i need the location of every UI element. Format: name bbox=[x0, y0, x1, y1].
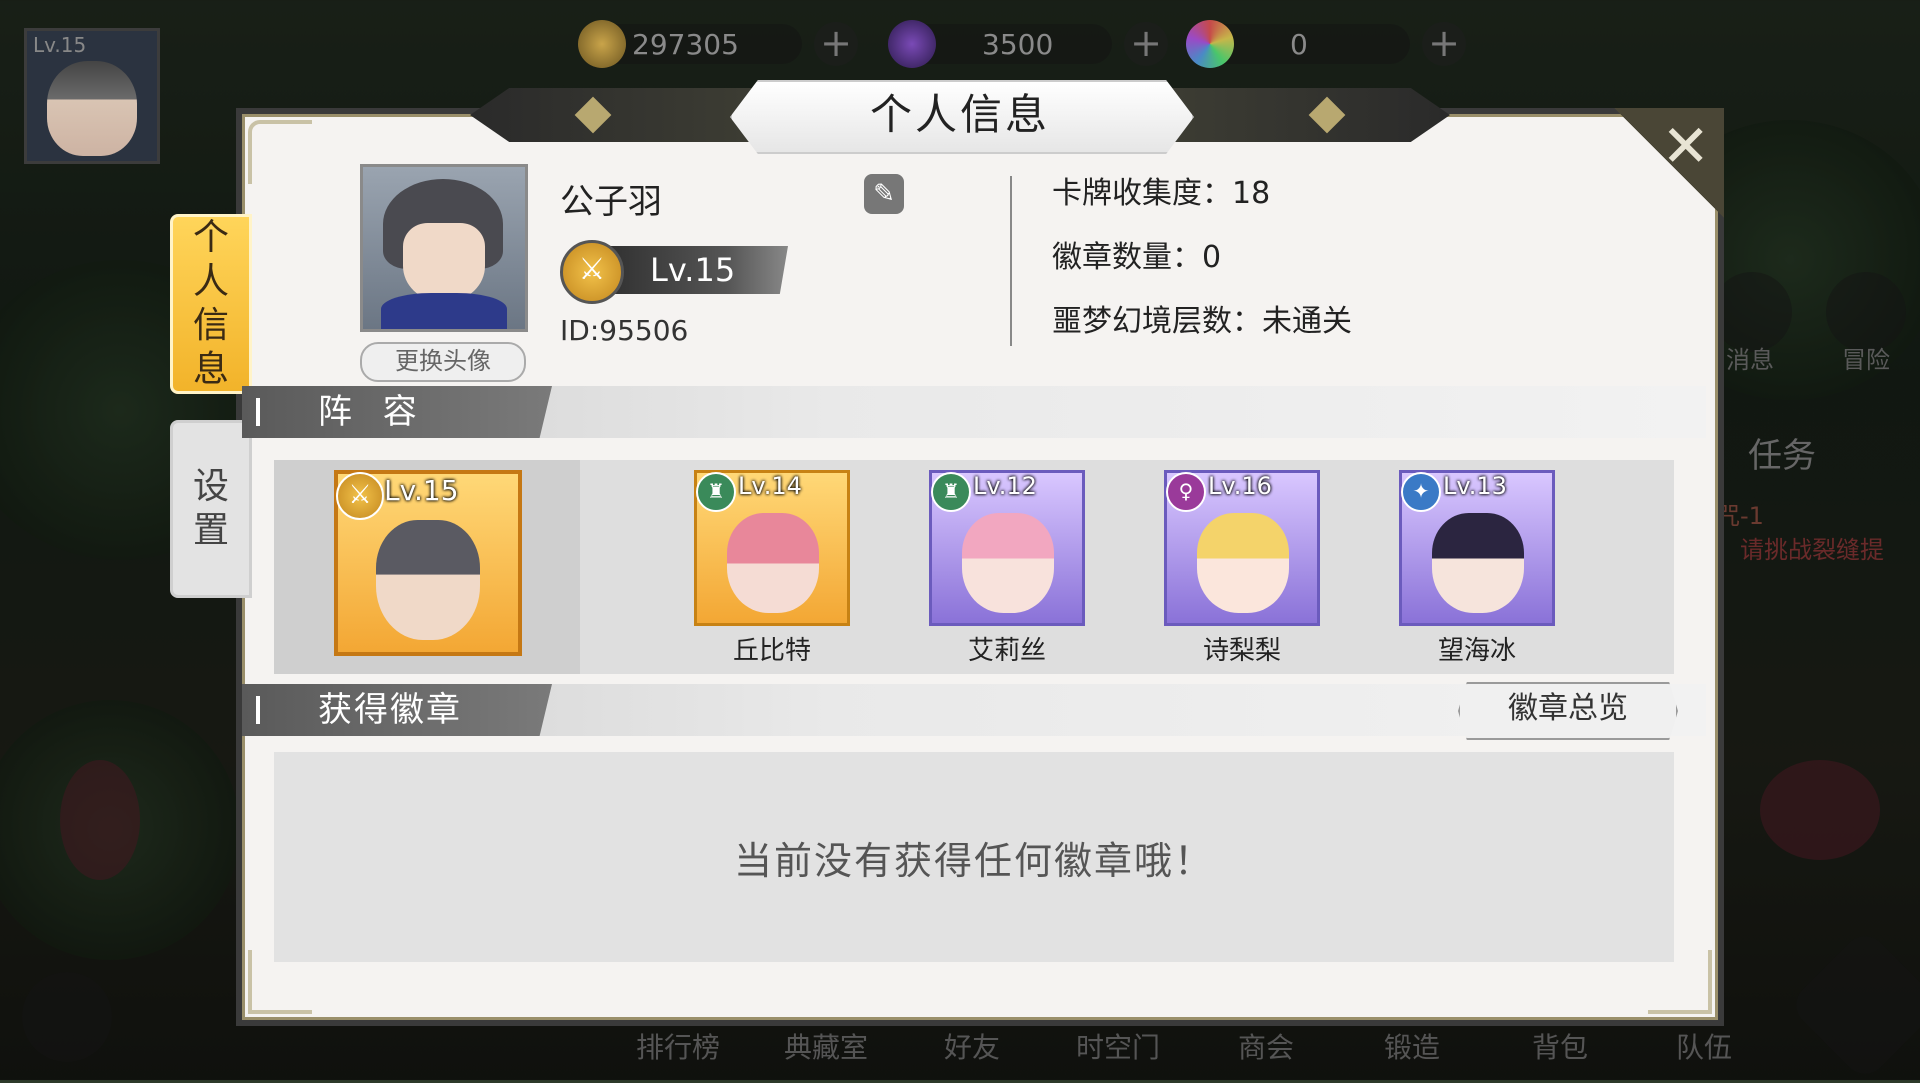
hero-portrait bbox=[376, 520, 480, 640]
close-button[interactable]: ✕ bbox=[1614, 108, 1724, 218]
stat-nightmare-floor: 噩梦幻境层数：未通关 bbox=[1052, 304, 1352, 339]
player-level: ⚔ Lv.15 bbox=[560, 240, 788, 304]
team-lineup: ⚔ Lv.15 ♜ Lv.14 丘比特 ♜ Lv.12 艾莉丝 ♀ Lv.16 bbox=[274, 460, 1674, 674]
divider bbox=[1010, 176, 1012, 346]
player-name: 公子羽 bbox=[560, 182, 662, 222]
player-avatar bbox=[360, 164, 528, 332]
hero-portrait bbox=[727, 513, 819, 613]
gem-resource: 3500 + bbox=[888, 20, 1168, 68]
rainbow-orb-icon bbox=[1186, 20, 1234, 68]
tasks-label[interactable]: 任务 bbox=[1748, 428, 1816, 477]
badge-overview-button[interactable]: 徽章总览 bbox=[1458, 682, 1678, 740]
chat-button[interactable] bbox=[22, 972, 112, 1062]
profile-dialog: ✕ 个人信息 设置 更换头像 公子羽 ✎ ⚔ Lv.15 ID:95506 卡牌… bbox=[170, 108, 1724, 1026]
change-avatar-button[interactable]: 更换头像 bbox=[360, 342, 526, 382]
add-gold-button[interactable]: + bbox=[814, 22, 858, 66]
task-hint-detail: 请挑战裂缝提 bbox=[1740, 536, 1884, 564]
tab-settings[interactable]: 设置 bbox=[170, 420, 252, 598]
avatar-face bbox=[47, 61, 137, 156]
dialog-title-banner: 个人信息 bbox=[470, 80, 1450, 154]
nav-leaderboard[interactable]: 排行榜 bbox=[636, 1026, 720, 1066]
hero-portrait bbox=[1197, 513, 1289, 613]
corner-ornament bbox=[248, 120, 312, 184]
nav-bag[interactable]: 背包 bbox=[1532, 1026, 1588, 1066]
class-emblem-icon: ♀ bbox=[1166, 472, 1206, 512]
gold-coin-icon bbox=[578, 20, 626, 68]
gold-resource: 297305 + bbox=[578, 20, 858, 68]
nav-collection[interactable]: 典藏室 bbox=[784, 1026, 868, 1066]
nav-team[interactable]: 队伍 bbox=[1676, 1026, 1732, 1066]
player-id: ID:95506 bbox=[560, 314, 689, 347]
purple-gem-icon bbox=[888, 20, 936, 68]
player-mini-level: Lv.15 bbox=[33, 33, 87, 57]
hero-portrait bbox=[1432, 513, 1524, 613]
badge-empty-message: 当前没有获得任何徽章哦！ bbox=[733, 839, 1214, 883]
messages-label: 消息 bbox=[1726, 346, 1774, 374]
add-gem-button[interactable]: + bbox=[1124, 22, 1168, 66]
player-avatar-mini[interactable]: Lv.15 bbox=[24, 28, 160, 164]
badge-list: 当前没有获得任何徽章哦！ bbox=[274, 752, 1674, 962]
class-emblem-icon: ♜ bbox=[696, 472, 736, 512]
nav-friends[interactable]: 好友 bbox=[944, 1026, 1000, 1066]
close-icon: ✕ bbox=[1661, 112, 1710, 180]
class-emblem-icon: ⚔ bbox=[336, 472, 384, 520]
stat-card-collection: 卡牌收集度：18 bbox=[1052, 176, 1271, 211]
adventure-label: 冒险 bbox=[1842, 346, 1890, 374]
hero-portrait bbox=[962, 513, 1054, 613]
tab-profile[interactable]: 个人信息 bbox=[170, 214, 252, 394]
nav-time-gate[interactable]: 时空门 bbox=[1076, 1026, 1160, 1066]
stat-badge-count: 徽章数量：0 bbox=[1052, 240, 1222, 275]
class-emblem-icon: ♜ bbox=[931, 472, 971, 512]
nav-forge[interactable]: 锻造 bbox=[1384, 1026, 1440, 1066]
edit-name-button[interactable]: ✎ bbox=[864, 174, 904, 214]
team-section-header: 阵 容 bbox=[242, 386, 1706, 438]
orb-resource: 0 + bbox=[1186, 20, 1466, 68]
dialog-title: 个人信息 bbox=[869, 90, 1050, 139]
class-emblem-icon: ⚔ bbox=[560, 240, 624, 304]
add-orb-button[interactable]: + bbox=[1422, 22, 1466, 66]
edit-icon: ✎ bbox=[873, 179, 895, 209]
class-emblem-icon: ✦ bbox=[1401, 472, 1441, 512]
nav-guild[interactable]: 商会 bbox=[1238, 1026, 1294, 1066]
